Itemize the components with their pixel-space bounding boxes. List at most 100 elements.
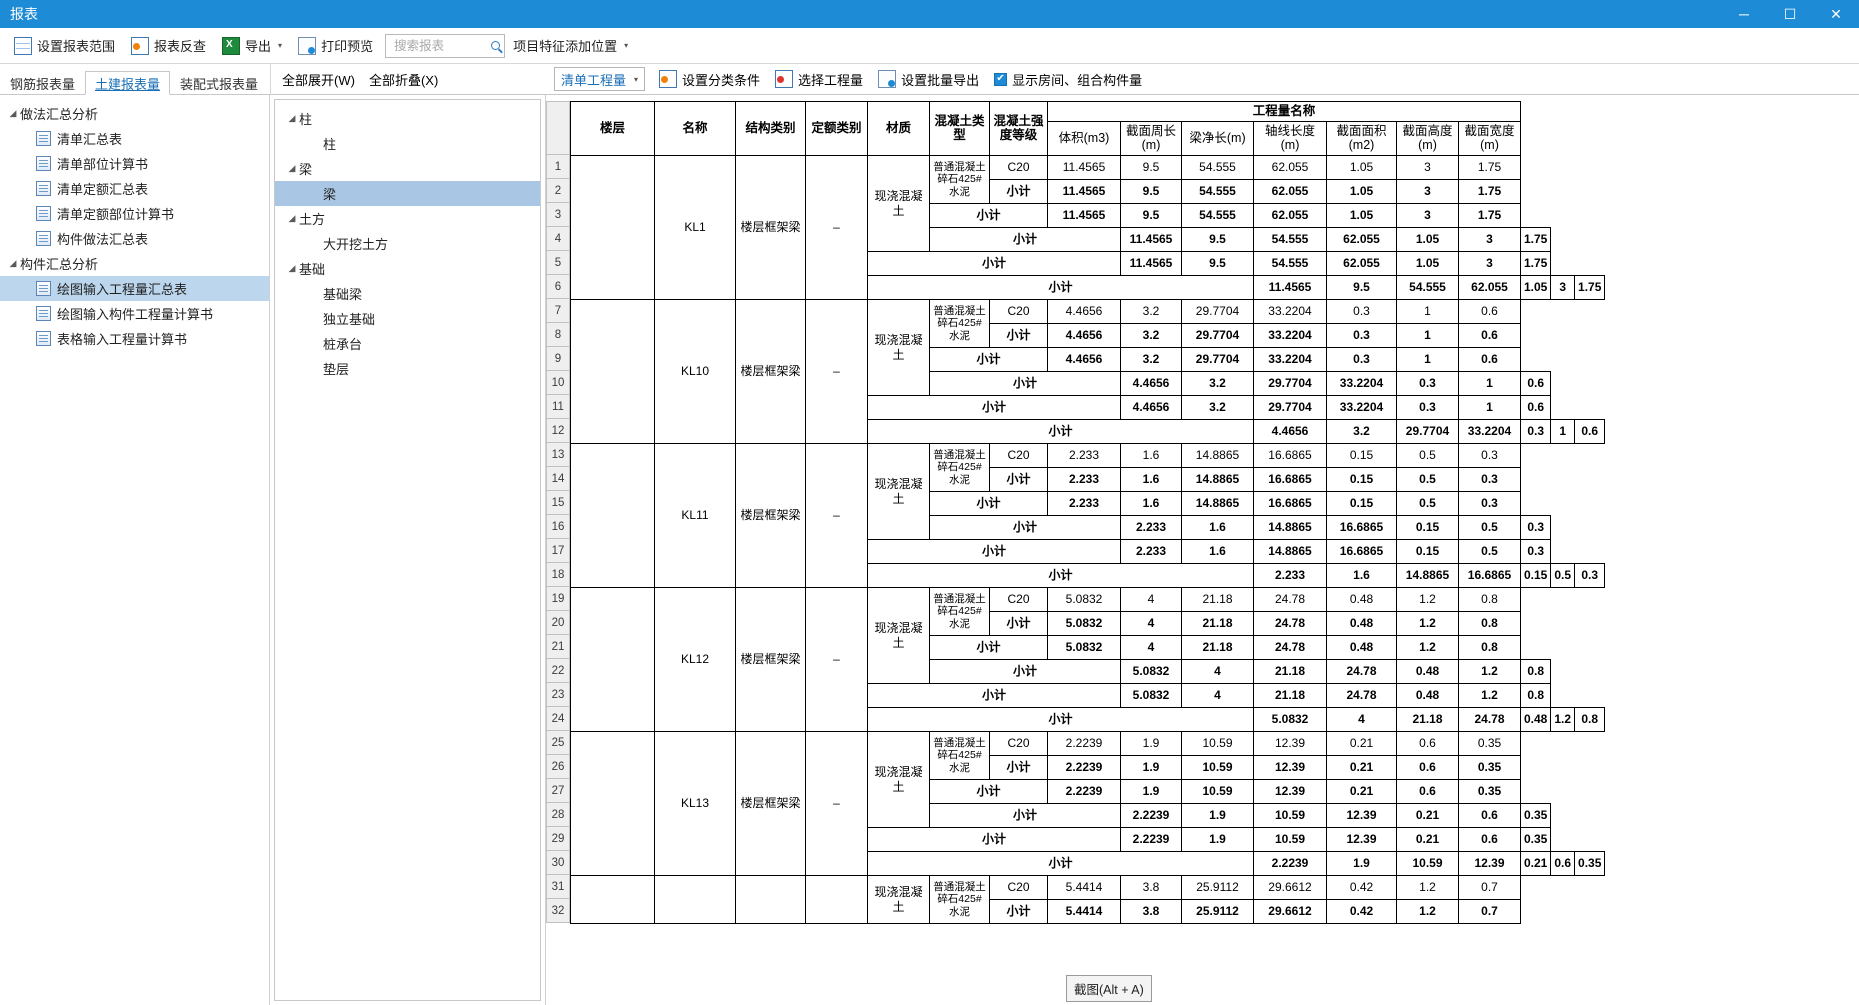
tree-item-draw-input-component-calc[interactable]: 绘图输入构件工程量计算书 (0, 301, 269, 326)
row-number[interactable]: 8 (546, 323, 570, 347)
tab-rebar-report[interactable]: 钢筋报表量 (0, 71, 85, 95)
component-item-column[interactable]: 柱 (275, 131, 540, 156)
set-report-range-button[interactable]: 设置报表范围 (6, 32, 123, 60)
row-number[interactable]: 5 (546, 251, 570, 275)
column-header-quota_type[interactable]: 定额类别 (805, 101, 868, 156)
column-header-beam_clear_len[interactable]: 梁净长(m) (1181, 121, 1254, 156)
maximize-button[interactable]: ☐ (1767, 0, 1813, 28)
search-icon[interactable] (491, 41, 501, 50)
row-number[interactable]: 25 (546, 731, 570, 755)
component-item-cushion[interactable]: 垫层 (275, 356, 540, 381)
column-header-concrete_grade[interactable]: 混凝土强度等级 (989, 101, 1048, 156)
column-header-section_area[interactable]: 截面面积(m2) (1326, 121, 1397, 156)
tree-item-list-summary[interactable]: 清单汇总表 (0, 126, 269, 151)
component-item-beam[interactable]: 梁 (275, 181, 540, 206)
row-number[interactable]: 17 (546, 539, 570, 563)
show-room-components-checkbox[interactable]: ✔ 显示房间、组合构件量 (987, 67, 1149, 92)
row-number[interactable]: 2 (546, 179, 570, 203)
table-row[interactable]: KL13 楼层框架梁 – 现浇混凝土 普通混凝土 碎石425#水泥 C20 2.2239 1.… (570, 731, 1605, 876)
row-number[interactable]: 21 (546, 635, 570, 659)
row-number[interactable]: 16 (546, 515, 570, 539)
tree-item-component-method-summary[interactable]: 构件做法汇总表 (0, 226, 269, 251)
row-number[interactable]: 7 (546, 299, 570, 323)
table-row[interactable]: KL12 楼层框架梁 – 现浇混凝土 普通混凝土 碎石425#水泥 C20 5.0832 4 2… (570, 587, 1605, 732)
row-number[interactable]: 14 (546, 467, 570, 491)
row-number[interactable]: 12 (546, 419, 570, 443)
row-number[interactable]: 13 (546, 443, 570, 467)
expand-all-button[interactable]: 全部展开(W) (276, 67, 361, 92)
row-number[interactable]: 27 (546, 779, 570, 803)
close-button[interactable]: ✕ (1813, 0, 1859, 28)
expand-arrow-icon[interactable]: ◢ (6, 108, 20, 119)
column-header-section_height[interactable]: 截面高度(m) (1396, 121, 1459, 156)
row-number[interactable]: 19 (546, 587, 570, 611)
column-header-concrete_type[interactable]: 混凝土类型 (929, 101, 990, 156)
column-header-section_width[interactable]: 截面宽度(m) (1458, 121, 1521, 156)
component-item-pile-cap[interactable]: 桩承台 (275, 331, 540, 356)
row-number[interactable]: 32 (546, 899, 570, 923)
row-number[interactable]: 22 (546, 659, 570, 683)
row-number[interactable]: 9 (546, 347, 570, 371)
column-header-material[interactable]: 材质 (867, 101, 930, 156)
row-number[interactable]: 1 (546, 155, 570, 179)
component-item-foundation-beam[interactable]: 基础梁 (275, 281, 540, 306)
row-number[interactable]: 15 (546, 491, 570, 515)
tab-civil-report[interactable]: 土建报表量 (85, 71, 171, 95)
search-report-box[interactable] (385, 33, 506, 58)
row-number[interactable]: 3 (546, 203, 570, 227)
component-group-earthwork[interactable]: ◢ 土方 (275, 206, 540, 231)
report-lookup-button[interactable]: 报表反查 (123, 32, 214, 60)
row-number[interactable]: 23 (546, 683, 570, 707)
tree-group-component-summary[interactable]: ◢ 构件汇总分析 (0, 251, 269, 276)
print-preview-button[interactable]: 打印预览 (290, 32, 381, 60)
column-header-struct_type[interactable]: 结构类别 (735, 101, 806, 156)
feature-position-button[interactable]: 项目特征添加位置 ▾ (505, 32, 636, 60)
component-group-beam[interactable]: ◢ 梁 (275, 156, 540, 181)
row-number[interactable]: 31 (546, 875, 570, 899)
row-number[interactable]: 4 (546, 227, 570, 251)
report-grid-pane[interactable]: 1 2 3 4 5 6 7 8 9 10 11 12 13 14 15 16 17 18 19 20 21 22 23 24 2… (546, 95, 1859, 1005)
row-number[interactable]: 30 (546, 851, 570, 875)
tree-item-list-quota-location-calc[interactable]: 清单定额部位计算书 (0, 201, 269, 226)
component-group-foundation[interactable]: ◢ 基础 (275, 256, 540, 281)
minimize-button[interactable]: ─ (1721, 0, 1767, 28)
expand-arrow-icon[interactable]: ◢ (6, 258, 20, 269)
tree-group-method-summary[interactable]: ◢ 做法汇总分析 (0, 101, 269, 126)
row-number[interactable]: 24 (546, 707, 570, 731)
row-number[interactable]: 20 (546, 611, 570, 635)
row-number[interactable]: 6 (546, 275, 570, 299)
column-header-floor[interactable]: 楼层 (570, 101, 655, 156)
component-group-column[interactable]: ◢ 柱 (275, 106, 540, 131)
select-quantity-button[interactable]: 选择工程量 (768, 67, 870, 92)
expand-arrow-icon[interactable]: ◢ (285, 163, 299, 174)
tree-item-list-quota-summary[interactable]: 清单定额汇总表 (0, 176, 269, 201)
row-number[interactable]: 26 (546, 755, 570, 779)
expand-arrow-icon[interactable]: ◢ (285, 113, 299, 124)
batch-export-button[interactable]: 设置批量导出 (871, 67, 986, 92)
quantity-type-select[interactable]: 清单工程量 ▾ (554, 67, 646, 91)
tab-prefab-report[interactable]: 装配式报表量 (170, 71, 268, 95)
tree-item-list-location-calc[interactable]: 清单部位计算书 (0, 151, 269, 176)
search-input[interactable] (392, 37, 492, 54)
expand-arrow-icon[interactable]: ◢ (285, 213, 299, 224)
row-number[interactable]: 28 (546, 803, 570, 827)
column-header-name[interactable]: 名称 (654, 101, 736, 156)
export-button[interactable]: 导出 ▾ (214, 32, 290, 60)
table-row[interactable]: KL11 楼层框架梁 – 现浇混凝土 普通混凝土 碎石425#水泥 C20 2.233 1.6… (570, 443, 1605, 588)
collapse-all-button[interactable]: 全部折叠(X) (363, 67, 444, 92)
row-number[interactable]: 10 (546, 371, 570, 395)
expand-arrow-icon[interactable]: ◢ (285, 263, 299, 274)
row-number[interactable]: 11 (546, 395, 570, 419)
column-header-volume[interactable]: 体积(m3) (1047, 121, 1121, 156)
column-header-axis_length[interactable]: 轴线长度(m) (1253, 121, 1327, 156)
component-item-isolated-foundation[interactable]: 独立基础 (275, 306, 540, 331)
column-header-section_perimeter[interactable]: 截面周长(m) (1120, 121, 1182, 156)
table-row[interactable]: KL10 楼层框架梁 – 现浇混凝土 普通混凝土 碎石425#水泥 C20 4.4656 3.… (570, 299, 1605, 444)
table-row[interactable]: 现浇混凝土 普通混凝土 碎石425#水泥 C20 5.4414 3.8 25.9112 29… (570, 875, 1605, 924)
export-caret-icon[interactable]: ▾ (278, 41, 282, 50)
row-number[interactable]: 18 (546, 563, 570, 587)
feature-position-caret-icon[interactable]: ▾ (624, 41, 628, 50)
tree-item-table-input-quantity-calc[interactable]: 表格输入工程量计算书 (0, 326, 269, 351)
tree-item-draw-input-quantity-summary[interactable]: 绘图输入工程量汇总表 (0, 276, 269, 301)
chevron-down-icon[interactable]: ▾ (634, 75, 638, 84)
